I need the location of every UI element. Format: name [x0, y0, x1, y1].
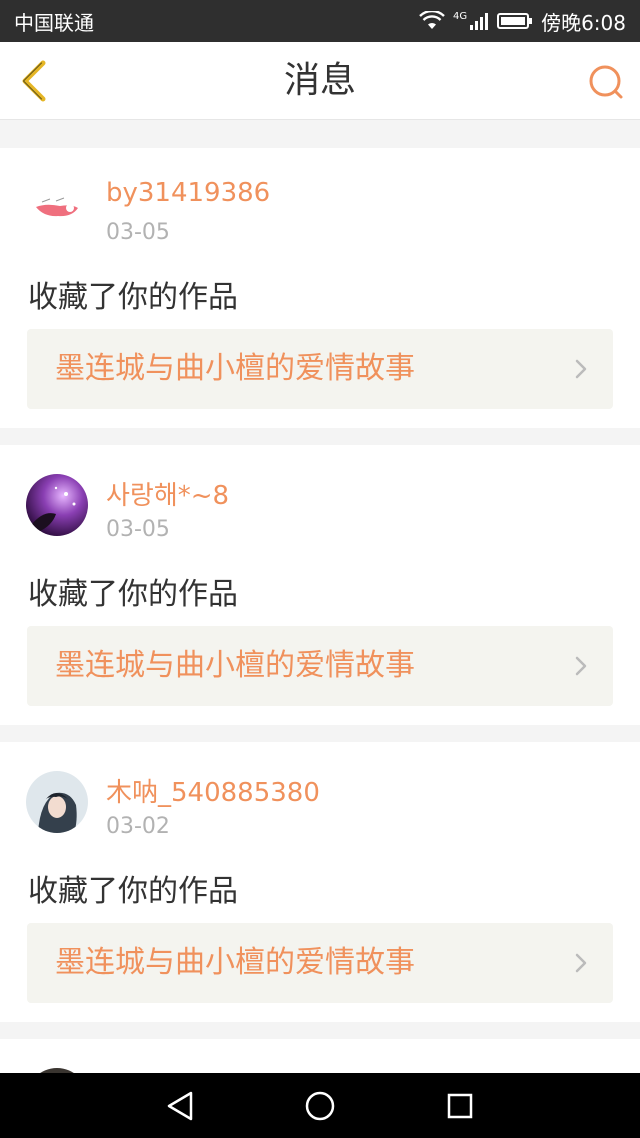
message-card: 木呐_540885380 03-02 收藏了你的作品 墨连城与曲小檀的爱情故事: [0, 742, 640, 1022]
square-recents-icon: [447, 1093, 473, 1118]
status-bar: 中国联通 4G 傍晚6:08: [0, 0, 640, 42]
action-text: 收藏了你的作品: [28, 874, 238, 909]
username[interactable]: 사랑해*~8: [106, 475, 229, 512]
nav-back-button[interactable]: [155, 1081, 205, 1131]
username[interactable]: 木呐_540885380: [106, 772, 320, 809]
header: 消息: [0, 42, 640, 120]
work-link[interactable]: 墨连城与曲小檀的爱情故事: [27, 626, 613, 706]
avatar-image: [26, 177, 88, 239]
battery-icon: [497, 13, 533, 29]
circle-home-icon: [305, 1091, 335, 1120]
chevron-right-icon: [575, 656, 587, 676]
chevron-right-icon: [575, 953, 587, 973]
message-card: by31419386 03-05 收藏了你的作品 墨连城与曲小檀的爱情故事: [0, 148, 640, 428]
work-link[interactable]: 墨连城与曲小檀的爱情故事: [27, 923, 613, 1003]
username[interactable]: by31419386: [106, 178, 270, 208]
search-icon: [589, 65, 623, 99]
message-card: 사랑해*~8 03-05 收藏了你的作品 墨连城与曲小檀的爱情故事: [0, 445, 640, 725]
message-date: 03-05: [106, 220, 170, 245]
wifi-icon: [419, 11, 445, 29]
action-text: 收藏了你的作品: [28, 577, 238, 612]
message-list: by31419386 03-05 收藏了你的作品 墨连城与曲小檀的爱情故事 사랑…: [0, 131, 640, 1079]
system-nav-bar: [0, 1073, 640, 1138]
avatar[interactable]: [26, 771, 88, 833]
page-title: 消息: [283, 60, 356, 101]
avatar[interactable]: [26, 474, 88, 536]
work-link[interactable]: 墨连城与曲小檀的爱情故事: [27, 329, 613, 409]
work-title: 墨连城与曲小檀的爱情故事: [55, 351, 415, 386]
nav-recents-button[interactable]: [435, 1081, 485, 1131]
network-label: 4G: [452, 10, 468, 22]
avatar-image: [26, 474, 88, 536]
action-text: 收藏了你的作品: [28, 280, 238, 315]
message-date: 03-05: [106, 517, 170, 542]
search-button[interactable]: [586, 62, 626, 102]
clock-label: 傍晚6:08: [541, 10, 626, 35]
chevron-right-icon: [575, 359, 587, 379]
avatar-image: [26, 771, 88, 833]
nav-home-button[interactable]: [295, 1081, 345, 1131]
work-title: 墨连城与曲小檀的爱情故事: [55, 945, 415, 980]
carrier-label: 中国联通: [14, 10, 94, 35]
work-title: 墨连城与曲小檀的爱情故事: [55, 648, 415, 683]
triangle-back-icon: [167, 1091, 193, 1120]
message-date: 03-02: [106, 814, 170, 839]
status-icons: 4G 傍晚6:08: [419, 7, 626, 36]
signal-icon: [470, 13, 489, 30]
avatar[interactable]: [26, 177, 88, 239]
